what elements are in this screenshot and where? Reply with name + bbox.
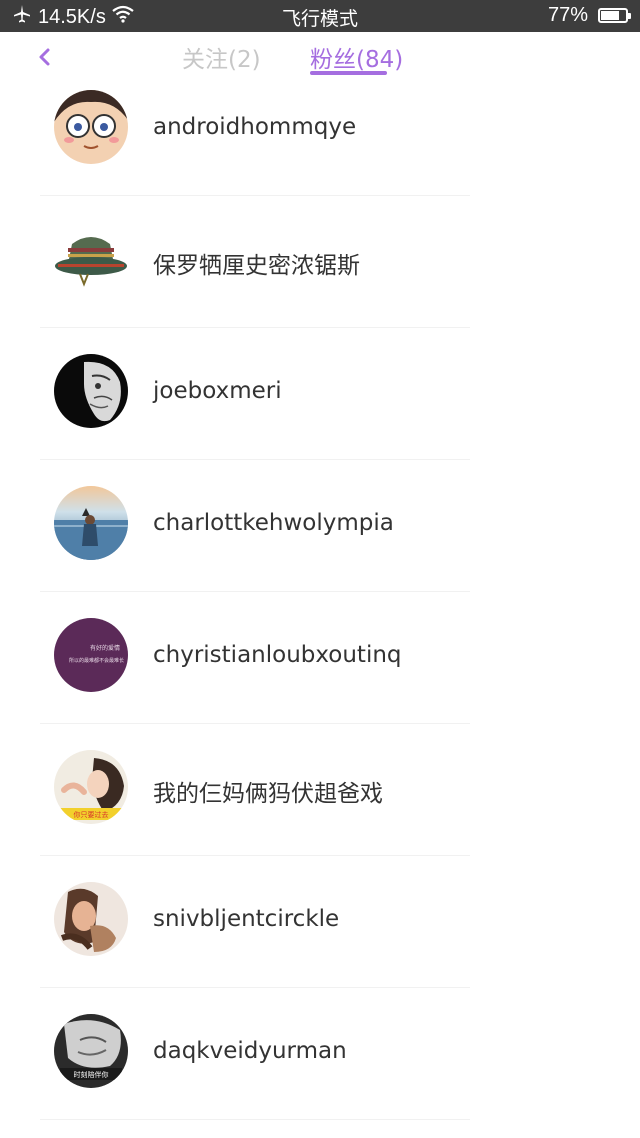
list-item[interactable]: charlottkehwolympia (0, 460, 640, 592)
avatar-text: 你只要过去 (74, 810, 109, 819)
followers-list: androidhommqye 保罗牺厘史密浓锯斯 joeboxmeri char… (0, 64, 640, 1120)
avatar: 你只要过去 (54, 750, 128, 824)
list-item[interactable]: 保罗牺厘史密浓锯斯 (0, 196, 640, 328)
list-item[interactable]: 有好的爱情 所以的最难都不会最难长 chyristianloubxoutinq (0, 592, 640, 724)
avatar-text: 时刻陪伴你 (74, 1070, 109, 1079)
status-right: 77% (547, 4, 631, 27)
list-item[interactable]: snivbljentcirckle (0, 856, 640, 988)
follower-name: androidhommqye (153, 114, 357, 140)
avatar: 时刻陪伴你 (54, 1014, 128, 1088)
avatar (54, 222, 128, 296)
avatar (54, 354, 128, 428)
avatar (54, 882, 128, 956)
follower-name: chyristianloubxoutinq (153, 642, 402, 668)
avatar (54, 90, 128, 164)
battery-percent: 77% (547, 4, 588, 26)
status-mode: 飞行模式 (281, 8, 358, 30)
avatar: 有好的爱情 所以的最难都不会最难长 (54, 618, 128, 692)
list-item[interactable]: androidhommqye (0, 64, 640, 196)
battery-fill (601, 11, 619, 20)
avatar-text: 有好的爱情 (90, 644, 120, 652)
avatar-text: 所以的最难都不会最难长 (69, 657, 124, 664)
divider (40, 1119, 470, 1120)
list-item[interactable]: 你只要过去 我的仨妈俩犸伏趄爸戏 (0, 724, 640, 856)
follower-name: 我的仨妈俩犸伏趄爸戏 (153, 781, 383, 807)
follower-name: 保罗牺厘史密浓锯斯 (153, 253, 360, 279)
follower-name: snivbljentcirckle (153, 906, 340, 932)
follower-name: daqkveidyurman (153, 1038, 347, 1064)
list-item[interactable]: 时刻陪伴你 daqkveidyurman (0, 988, 640, 1120)
list-item[interactable]: joeboxmeri (0, 328, 640, 460)
follower-name: joeboxmeri (153, 378, 282, 404)
follower-name: charlottkehwolympia (153, 510, 394, 536)
battery-icon (598, 8, 631, 23)
status-bar: 14.5K/s 飞行模式 77% (0, 0, 640, 32)
avatar (54, 486, 128, 560)
